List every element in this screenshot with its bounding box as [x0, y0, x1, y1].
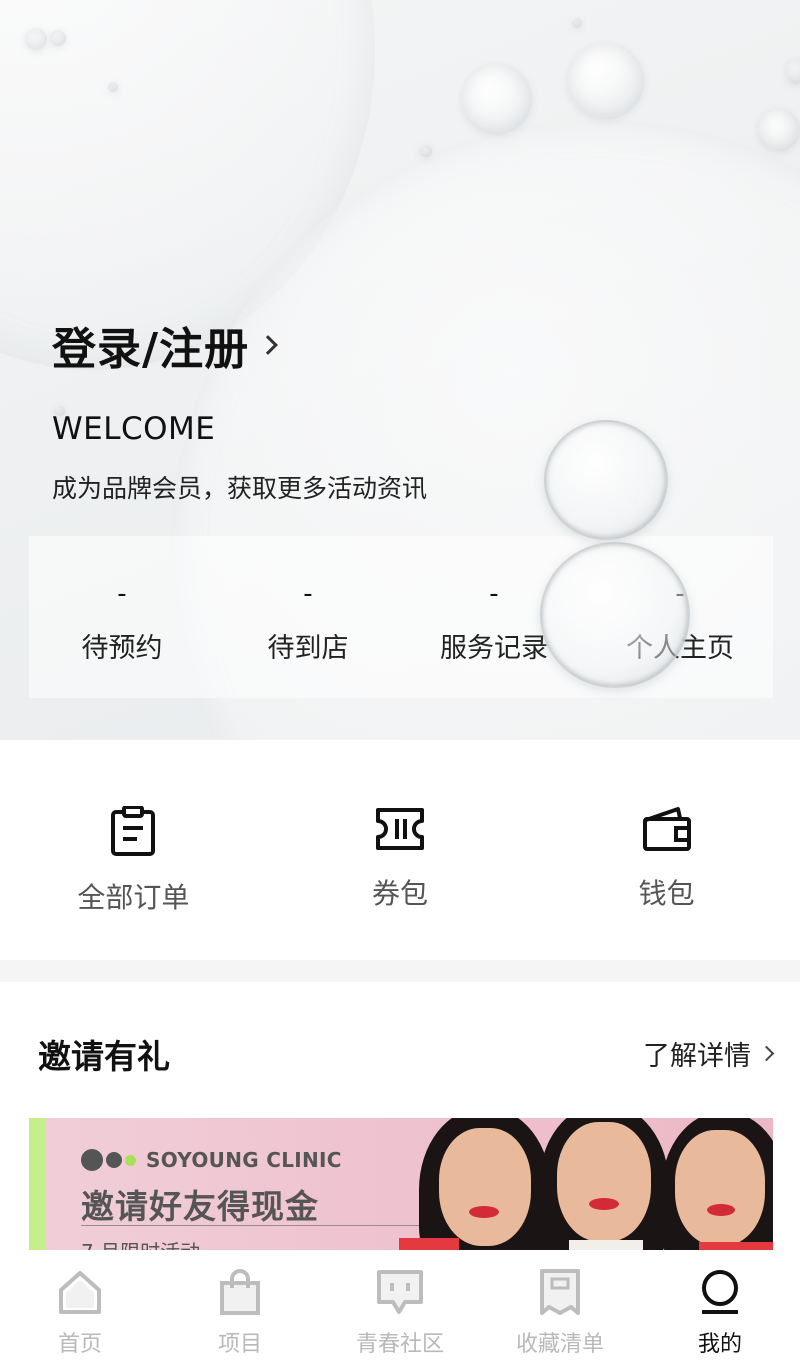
- bookmark-list-icon: [540, 1269, 580, 1315]
- shopping-bag-icon: [220, 1269, 260, 1315]
- clipboard-icon: [111, 806, 156, 856]
- profile-header: 登录/注册 WELCOME 成为品牌会员，获取更多活动资讯 - 待预约 - 待到…: [0, 0, 800, 740]
- chat-bubble-icon: [377, 1270, 423, 1314]
- stat-value: -: [303, 579, 313, 609]
- all-orders-label: 全部订单: [77, 881, 190, 914]
- stat-value: -: [117, 579, 127, 609]
- background-bubble: [25, 28, 47, 50]
- tab-favorites[interactable]: 收藏清单: [480, 1250, 640, 1370]
- tab-label: 收藏清单: [515, 1332, 604, 1357]
- profile-icon: [702, 1270, 738, 1314]
- tab-label: 项目: [217, 1332, 262, 1357]
- invite-banner[interactable]: SOYOUNG CLINIC 邀请好友得现金 7 月限时活动: [29, 1118, 773, 1258]
- coupon-wallet-button[interactable]: 券包: [267, 740, 534, 960]
- wallet-label: 钱包: [638, 877, 695, 910]
- banner-accent-bar: [29, 1118, 45, 1258]
- background-bubble: [786, 58, 800, 84]
- stat-label: 待到店: [267, 633, 349, 664]
- tab-mine[interactable]: 我的: [640, 1250, 800, 1370]
- banner-headline: 邀请好友得现金: [81, 1187, 319, 1226]
- background-bubble: [572, 18, 582, 28]
- welcome-heading: WELCOME: [52, 411, 216, 447]
- background-bubble: [108, 82, 118, 92]
- chevron-right-icon: [758, 1045, 775, 1062]
- invite-section-title: 邀请有礼: [38, 1037, 170, 1076]
- quick-actions: 全部订单 券包 钱包: [0, 740, 800, 960]
- chevron-right-icon: [258, 335, 278, 355]
- coupon-wallet-label: 券包: [372, 877, 429, 910]
- invite-details-link[interactable]: 了解详情: [643, 1034, 775, 1073]
- bottom-tab-bar: 首页 项目 青春社区 收藏清单 我的: [0, 1250, 800, 1370]
- tab-projects[interactable]: 项目: [160, 1250, 320, 1370]
- wallet-icon: [642, 807, 691, 851]
- foreground-bubble: [540, 542, 690, 688]
- background-bubble: [420, 145, 432, 157]
- stat-pending-appointment[interactable]: - 待预约: [29, 536, 215, 698]
- membership-subtitle: 成为品牌会员，获取更多活动资讯: [52, 474, 428, 503]
- background-bubble: [462, 64, 532, 134]
- background-bubble: [758, 109, 800, 151]
- login-register-link[interactable]: 登录/注册: [52, 313, 278, 377]
- background-bubble: [568, 43, 644, 119]
- login-register-label: 登录/注册: [52, 324, 250, 375]
- background-bubble: [50, 30, 66, 46]
- tab-label: 青春社区: [355, 1332, 444, 1357]
- all-orders-button[interactable]: 全部订单: [0, 740, 267, 960]
- tab-home[interactable]: 首页: [0, 1250, 160, 1370]
- stat-label: 服务记录: [440, 633, 548, 664]
- home-icon: [59, 1271, 101, 1314]
- wallet-button[interactable]: 钱包: [533, 740, 800, 960]
- tab-label: 我的: [697, 1332, 742, 1357]
- model-photo: [399, 1118, 773, 1258]
- section-divider: [0, 960, 800, 982]
- foreground-bubble: [544, 420, 668, 540]
- brand-logo: SOYOUNG CLINIC: [81, 1148, 342, 1172]
- tab-community[interactable]: 青春社区: [320, 1250, 480, 1370]
- logo-dot: [125, 1154, 136, 1166]
- stat-label: 待预约: [81, 633, 163, 664]
- stat-value: -: [489, 579, 499, 609]
- logo-dot: [106, 1152, 122, 1168]
- logo-dot: [81, 1149, 103, 1171]
- stat-pending-visit[interactable]: - 待到店: [215, 536, 401, 698]
- tab-label: 首页: [57, 1332, 102, 1357]
- brand-name: SOYOUNG CLINIC: [146, 1148, 342, 1172]
- invite-details-label: 了解详情: [643, 1041, 751, 1072]
- ticket-icon: [376, 808, 424, 850]
